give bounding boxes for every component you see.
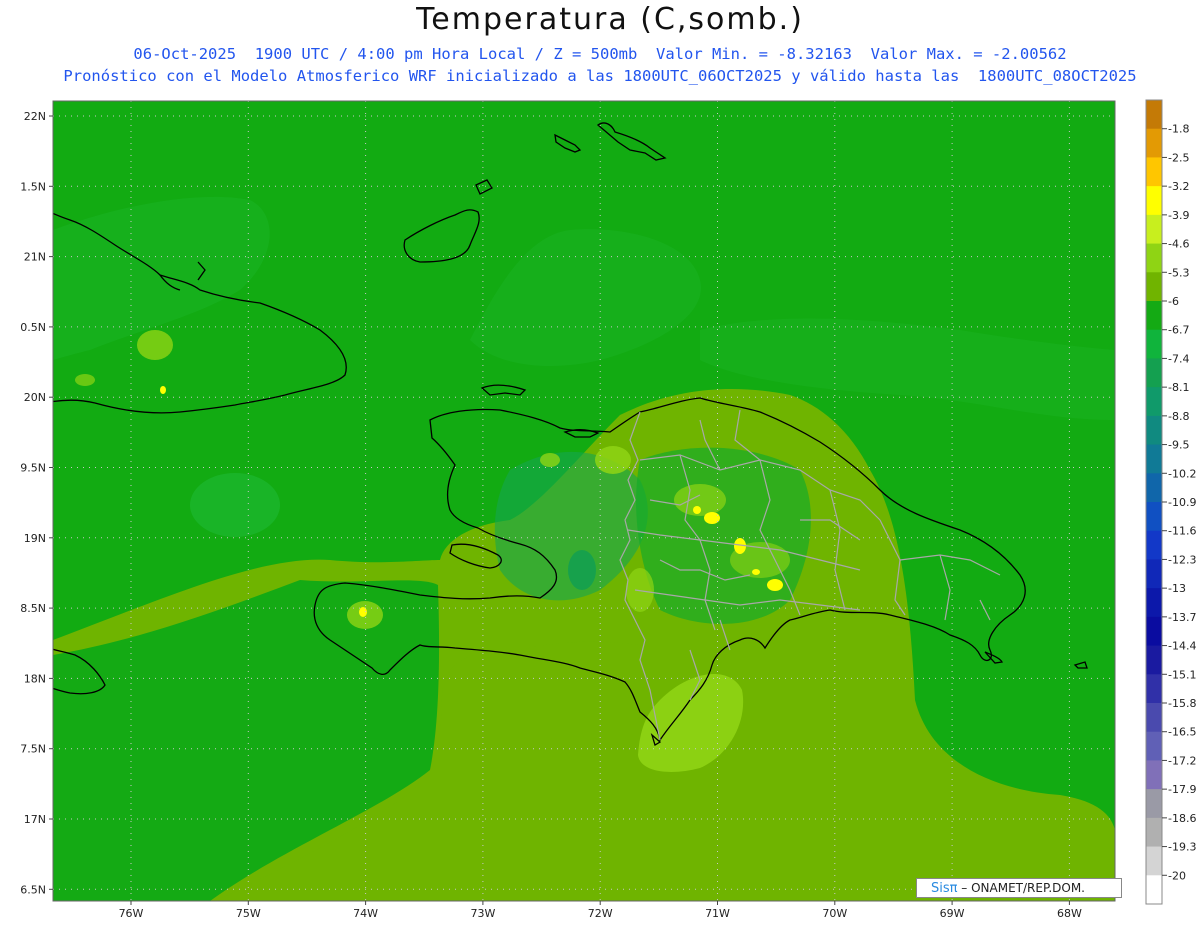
- forecast-map: 22N 1.5N 21N 0.5N 20N 9.5N 19N 8.5N 18N 7.5N 17N 6.…: [20, 99, 1196, 920]
- colorbar-swatch: [1146, 128, 1162, 158]
- lat-label: 21N: [24, 251, 46, 264]
- colorbar-swatch: [1146, 329, 1162, 359]
- colorbar-label: -19.3: [1168, 841, 1196, 854]
- blob-west: [190, 473, 280, 537]
- colorbar-swatch: [1146, 846, 1162, 876]
- warm-patch-8: [75, 374, 95, 386]
- colorbar-swatch: [1146, 157, 1162, 187]
- colorbar-label: -10.9: [1168, 496, 1196, 509]
- colorbar-label: -13.7: [1168, 611, 1196, 624]
- lon-label: 74W: [353, 907, 378, 920]
- latitude-axis: 22N 1.5N 21N 0.5N 20N 9.5N 19N 8.5N 18N 7.5N 17N 6.…: [20, 110, 53, 896]
- credit-text: – ONAMET/REP.DOM.: [957, 881, 1085, 895]
- lat-label: 0.5N: [20, 321, 46, 334]
- lon-label: 68W: [1057, 907, 1082, 920]
- lon-label: 73W: [470, 907, 495, 920]
- colorbar-label: -14.4: [1168, 640, 1196, 653]
- lon-label: 72W: [588, 907, 613, 920]
- colorbar-label: -3.2: [1168, 180, 1189, 193]
- colorbar-label: -6: [1168, 295, 1179, 308]
- lon-label: 69W: [940, 907, 965, 920]
- lat-label: 1.5N: [20, 180, 46, 193]
- colorbar-swatch: [1146, 473, 1162, 503]
- colorbar-label: -17.2: [1168, 754, 1196, 767]
- colorbar-swatch: [1146, 817, 1162, 848]
- longitude-axis: 76W 75W 74W 73W 72W 71W 70W 69W 68W: [119, 901, 1082, 920]
- mottle-lake: [568, 550, 596, 590]
- colorbar-swatch: [1146, 387, 1162, 417]
- colorbar-swatch: [1146, 502, 1162, 532]
- colorbar-label: -1.8: [1168, 123, 1189, 136]
- lat-label: 22N: [24, 110, 46, 123]
- colorbar-swatch: [1146, 588, 1162, 618]
- colorbar-swatch: [1146, 875, 1162, 905]
- colorbar-label: -13: [1168, 582, 1186, 595]
- credit-box: Sisπ – ONAMET/REP.DOM.: [916, 878, 1122, 898]
- warm-patch-4: [137, 330, 173, 360]
- lat-label: 6.5N: [20, 883, 46, 896]
- colorbar-label: -9.5: [1168, 439, 1189, 452]
- colorbar-label: -15.8: [1168, 697, 1196, 710]
- colorbar-label: -7.4: [1168, 352, 1189, 365]
- colorbar-label: -12.3: [1168, 553, 1196, 566]
- colorbar-label: -3.9: [1168, 209, 1189, 222]
- colorbar-swatch: [1146, 186, 1162, 216]
- colorbar-swatch: [1146, 530, 1162, 560]
- colorbar-label: -18.6: [1168, 812, 1196, 825]
- colorbar-swatch: [1146, 616, 1162, 647]
- colorbar-swatch: [1146, 243, 1162, 273]
- hot-spot-1: [704, 512, 720, 524]
- warm-patch-2: [540, 453, 560, 467]
- hot-spot-6: [160, 386, 166, 394]
- colorbar-swatch: [1146, 645, 1162, 675]
- colorbar-swatch: [1146, 272, 1162, 302]
- colorbar-swatch: [1146, 559, 1162, 589]
- hot-spot-4: [693, 506, 701, 514]
- colorbar-swatch: [1146, 703, 1162, 733]
- colorbar: -1.8 -2.5 -3.2 -3.9 -4.6 -5.3 -6 -6.7 -7.4 -8.1 -8…: [1145, 99, 1196, 905]
- colorbar-label: -2.5: [1168, 151, 1189, 164]
- colorbar-label: -4.6: [1168, 238, 1189, 251]
- colorbar-label: -6.7: [1168, 324, 1189, 337]
- lat-label: 19N: [24, 532, 46, 545]
- colorbar-swatch: [1146, 760, 1162, 790]
- colorbar-swatch: [1146, 444, 1162, 474]
- lat-label: 9.5N: [20, 462, 46, 475]
- colorbar-label: -15.1: [1168, 668, 1196, 681]
- lon-label: 75W: [236, 907, 261, 920]
- temperature-field: [53, 101, 1115, 901]
- colorbar-label: -16.5: [1168, 726, 1196, 739]
- colorbar-swatch: [1146, 301, 1162, 331]
- colorbar-label: -20: [1168, 869, 1186, 882]
- lon-label: 70W: [822, 907, 847, 920]
- colorbar-label: -8.1: [1168, 381, 1189, 394]
- colorbar-swatch: [1146, 415, 1162, 446]
- lat-label: 17N: [24, 813, 46, 826]
- lat-label: 8.5N: [20, 602, 46, 615]
- colorbar-swatch: [1146, 789, 1162, 819]
- hot-spot-3: [767, 579, 783, 591]
- colorbar-label: -8.8: [1168, 410, 1189, 423]
- sispi-logo: Sisπ: [931, 881, 958, 896]
- colorbar-swatch: [1146, 214, 1162, 245]
- colorbar-label: -10.2: [1168, 467, 1196, 480]
- colorbar-swatch: [1146, 358, 1162, 388]
- lat-label: 7.5N: [20, 743, 46, 756]
- lat-label: 20N: [24, 391, 46, 404]
- colorbar-label: -17.9: [1168, 783, 1196, 796]
- lon-label: 76W: [119, 907, 144, 920]
- colorbar-swatch: [1146, 731, 1162, 761]
- lon-label: 71W: [705, 907, 730, 920]
- colorbar-swatch: [1146, 674, 1162, 704]
- colorbar-label: -11.6: [1168, 525, 1196, 538]
- lat-label: 18N: [24, 672, 46, 685]
- colorbar-label: -5.3: [1168, 266, 1189, 279]
- hot-spot-7: [752, 569, 760, 575]
- warm-patch-1: [595, 446, 631, 474]
- colorbar-swatch: [1146, 100, 1162, 130]
- warm-patch-7: [626, 568, 654, 612]
